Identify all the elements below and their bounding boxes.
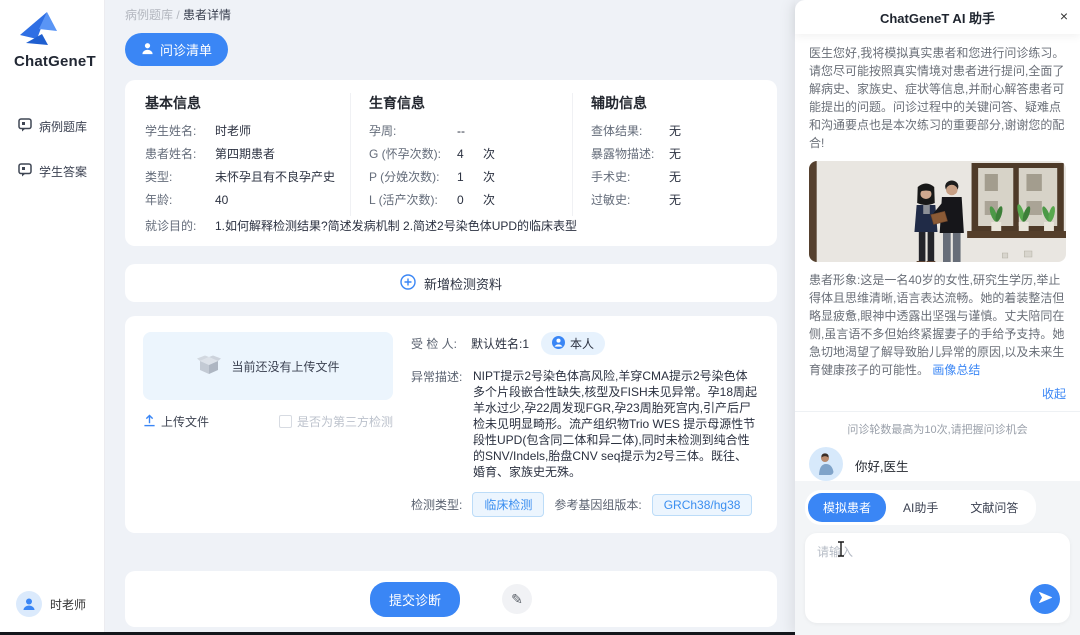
chatgenet-logo-icon: [14, 12, 60, 51]
user-avatar: [16, 591, 42, 617]
tab-ai-assistant[interactable]: AI助手: [888, 493, 953, 522]
round-limit-notice: 问诊轮数最高为10次,请把握问诊机会: [847, 424, 1028, 436]
assistant-title: ChatGeneT AI 助手: [879, 10, 996, 26]
sidebar-menu: 病例题库 学生答案: [0, 104, 104, 194]
add-test-material-label: 新增检测资料: [423, 276, 502, 292]
assistant-tabs: 模拟患者 AI助手 文献问答: [805, 490, 1037, 525]
breadcrumb-separator: /: [176, 8, 180, 22]
logo-text: ChatGeneT: [14, 53, 96, 70]
patient-info-card: 基本信息 学生姓名: 时老师 患者姓名: 第四期患者 类型: 未怀孕且有不良孕产史 年…: [125, 80, 777, 246]
info-row: 查体结果: 无: [591, 124, 682, 138]
third-party-checkbox[interactable]: 是否为第三方检测: [278, 413, 393, 430]
checkbox-icon[interactable]: [278, 415, 292, 428]
abnormal-desc-text: NIPT提示2号染色体高风险,羊穿CMA提示2号染色体多个片段嵌合性缺失,核型及…: [473, 369, 758, 479]
tab-literature-qa[interactable]: 文献问答: [955, 493, 1033, 522]
patient-message-row: 你好,医生: [809, 447, 1066, 481]
patient-avatar: [809, 447, 843, 481]
info-row: G (怀孕次数): 4 次: [369, 147, 496, 161]
detection-detail: 受 检 人: 默认姓名:1 本人 异常描述: NIPT提示2号染色体高风险,羊穿…: [411, 332, 759, 517]
consult-list-button[interactable]: 问诊清单: [125, 33, 229, 66]
upload-icon: [143, 414, 156, 430]
chat-input-card: [805, 533, 1070, 623]
assistant-chat-area: 医生您好,我将模拟真实患者和您进行问诊练习。请您尽可能按照真实情境对患者进行提问…: [795, 34, 1080, 635]
paper-plane-icon: [1038, 590, 1053, 608]
basic-info-column: 基本信息 学生姓名: 时老师 患者姓名: 第四期患者 类型: 未怀孕且有不良孕产史 年…: [145, 93, 350, 216]
plus-circle-icon: [400, 273, 416, 293]
detection-card: 当前还没有上传文件 上传文件 是否为第三方检测 受 检 人: 默认姓名:1 本人…: [125, 316, 777, 533]
upload-file-label: 上传文件: [161, 415, 210, 429]
fertility-info-title: 生育信息: [369, 95, 425, 111]
genome-version-tag[interactable]: GRCh38/hg38: [651, 493, 753, 516]
breadcrumb: 病例题库 / 患者详情: [125, 6, 777, 23]
tab-simulated-patient[interactable]: 模拟患者: [808, 493, 887, 522]
chat-square-icon: [18, 163, 32, 180]
action-bar: 提交诊断 ✎: [125, 571, 777, 627]
breadcrumb-current: 患者详情: [183, 8, 232, 22]
examinee-label: 受 检 人:: [411, 337, 458, 351]
info-row: P (分娩次数): 1 次: [369, 170, 496, 184]
info-row: 手术史: 无: [591, 170, 682, 184]
info-row: 年龄: 40: [145, 193, 229, 207]
genome-version-label: 参考基因组版本:: [554, 498, 642, 512]
info-row: 学生姓名: 时老师: [145, 124, 252, 138]
sidebar-item-label: 病例题库: [39, 120, 88, 134]
patient-persona-message: 患者形象:这是一名40岁的女性,研究生学历,举止得体且思维清晰,语言表达流畅。她…: [809, 273, 1065, 377]
close-icon[interactable]: ×: [1060, 9, 1068, 23]
sidebar-item-label: 学生答案: [39, 165, 88, 179]
persona-summary-link[interactable]: 画像总结: [932, 363, 980, 377]
abnormal-desc-label: 异常描述:: [411, 370, 463, 384]
sidebar: ChatGeneT 病例题库 学生答案 时老师: [0, 0, 105, 635]
test-type-tag[interactable]: 临床检测: [472, 492, 545, 517]
sidebar-item-student-answers[interactable]: 学生答案: [0, 149, 104, 194]
person-icon: [552, 335, 566, 352]
third-party-checkbox-label: 是否为第三方检测: [296, 415, 393, 429]
basic-info-title: 基本信息: [145, 95, 201, 111]
add-test-material-button[interactable]: 新增检测资料: [125, 264, 777, 302]
upload-dropzone[interactable]: 当前还没有上传文件: [143, 332, 393, 400]
info-row: 过敏史: 无: [591, 193, 682, 207]
consult-list-label: 问诊清单: [160, 43, 213, 58]
examinee-name: 默认姓名:1: [471, 337, 530, 351]
info-row: 暴露物描述: 无: [591, 147, 682, 161]
person-list-icon: [141, 42, 154, 58]
assistant-footer: 模拟患者 AI助手 文献问答: [795, 481, 1080, 635]
auxiliary-info-title: 辅助信息: [591, 95, 647, 111]
main-content: 病例题库 / 患者详情 问诊清单 基本信息 学生姓名: 时老师 患者姓名: 第四期患…: [105, 0, 795, 635]
patient-message-text: 你好,医生: [855, 460, 909, 474]
app-root: ChatGeneT 病例题库 学生答案 时老师 病例题库 / 患者详情 问诊清单…: [0, 0, 1080, 635]
info-row: 类型: 未怀孕且有不良孕产史: [145, 170, 336, 184]
pencil-icon: ✎: [511, 590, 523, 607]
assistant-header: ChatGeneT AI 助手 ×: [795, 0, 1080, 34]
info-row: 孕周: --: [369, 124, 465, 138]
upload-area: 当前还没有上传文件 上传文件 是否为第三方检测: [143, 332, 393, 517]
examinee-tag-label: 本人: [570, 337, 595, 351]
upload-empty-text: 当前还没有上传文件: [231, 359, 340, 374]
patient-scene-photo: [809, 161, 1066, 262]
examinee-self-tag[interactable]: 本人: [541, 332, 606, 355]
test-type-label: 检测类型:: [411, 498, 463, 512]
info-row: L (活产次数): 0 次: [369, 193, 496, 207]
collapse-link[interactable]: 收起: [1042, 387, 1066, 401]
auxiliary-info-column: 辅助信息 查体结果: 无 暴露物描述: 无 手术史: 无 过敏史: 无: [572, 93, 757, 216]
logo: ChatGeneT: [0, 0, 104, 70]
upload-file-button[interactable]: 上传文件: [143, 413, 209, 430]
visit-purpose-row: 就诊目的: 1.如何解释检测结果?简述发病机制 2.简述2号染色体UPD的临床表…: [145, 219, 578, 233]
user-name: 时老师: [50, 597, 87, 612]
send-button[interactable]: [1030, 584, 1060, 614]
info-row: 患者姓名: 第四期患者: [145, 147, 276, 161]
empty-box-icon: [196, 354, 222, 379]
sidebar-item-case-library[interactable]: 病例题库: [0, 104, 104, 149]
chat-input[interactable]: [805, 533, 1070, 591]
assistant-intro-message: 医生您好,我将模拟真实患者和您进行问诊练习。请您尽可能按照真实情境对患者进行提问…: [809, 46, 1065, 150]
ai-assistant-panel: ChatGeneT AI 助手 × 医生您好,我将模拟真实患者和您进行问诊练习。…: [795, 0, 1080, 635]
fertility-info-column: 生育信息 孕周: -- G (怀孕次数): 4 次 P (分娩次数): 1 次 L (活产…: [350, 93, 572, 216]
chat-divider: [795, 411, 1080, 412]
sidebar-user[interactable]: 时老师: [16, 591, 86, 617]
submit-diagnosis-button[interactable]: 提交诊断: [369, 581, 460, 617]
chat-square-icon: [18, 118, 32, 135]
edit-pencil-button[interactable]: ✎: [502, 584, 532, 614]
breadcrumb-root[interactable]: 病例题库: [125, 8, 173, 22]
